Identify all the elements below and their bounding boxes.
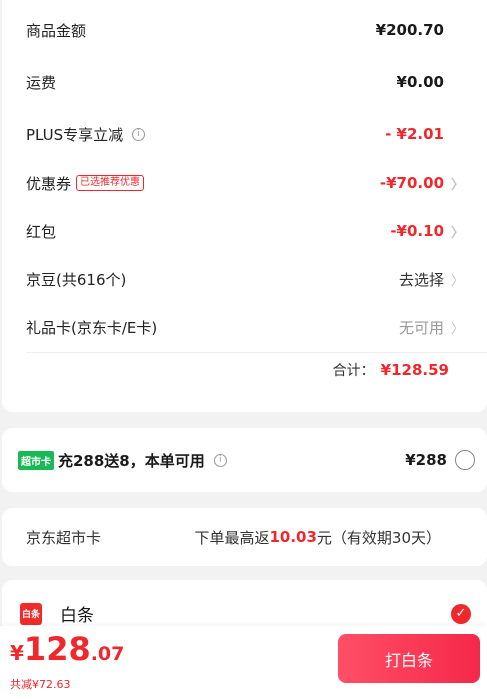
chevron-right-icon: 〉 — [451, 321, 465, 337]
supermarket-card-badge: 超市卡 — [18, 450, 54, 470]
coupon-value: -¥70.00 — [379, 174, 444, 192]
total-value: ¥128.59 — [380, 361, 449, 379]
row-goods-amount: 商品金额 ¥200.70 — [2, 10, 487, 50]
info-icon[interactable]: i — [213, 453, 227, 467]
order-summary-card: 商品金额 ¥200.70 运费 ¥0.00 PLUS专享立减 i - ¥2.01… — [2, 0, 487, 412]
offer-text: 充288送8，本单可用 — [58, 451, 205, 470]
supermarket-card-offer[interactable]: 超市卡 充288送8，本单可用 i ¥288 — [2, 428, 487, 492]
baitiao-icon: 白条 — [20, 602, 42, 625]
cashback-suffix: 元（有效期30天） — [316, 528, 441, 547]
shipping-value: ¥0.00 — [396, 73, 444, 91]
plus-discount-label: PLUS专享立减 — [26, 125, 124, 144]
row-gift-card[interactable]: 礼品卡(京东卡/E卡) 无可用 〉 — [2, 307, 487, 347]
pay-amount-decimal: .07 — [90, 643, 125, 665]
chevron-right-icon: 〉 — [451, 273, 465, 289]
row-plus-discount: PLUS专享立减 i - ¥2.01 — [2, 114, 487, 154]
info-icon[interactable]: i — [132, 127, 146, 141]
pay-amount-integer: 128 — [23, 630, 91, 668]
baitiao-label: 白条 — [60, 606, 94, 626]
red-packet-value: -¥0.10 — [390, 222, 444, 240]
row-red-packet[interactable]: 红包 -¥0.10 〉 — [2, 211, 487, 251]
cashback-amount: 10.03 — [269, 528, 317, 546]
jd-card-label: 京东超市卡 — [26, 528, 102, 547]
row-shipping: 运费 ¥0.00 — [2, 62, 487, 102]
jd-beans-label: 京豆(共616个) — [26, 270, 127, 289]
jd-beans-value: 去选择 — [398, 270, 444, 289]
pay-with-baitiao-button[interactable]: 打白条 — [338, 634, 480, 683]
red-packet-label: 红包 — [26, 222, 57, 241]
row-jd-beans[interactable]: 京豆(共616个) 去选择 〉 — [2, 259, 487, 299]
checkout-bar: ¥ 128 .07 共减¥72.63 打白条 — [0, 626, 487, 699]
divider — [26, 352, 487, 353]
goods-amount-value: ¥200.70 — [375, 21, 444, 39]
currency-symbol: ¥ — [10, 641, 24, 665]
total-label: 合计： — [332, 363, 375, 379]
plus-discount-value: - ¥2.01 — [385, 125, 444, 143]
baitiao-option[interactable]: 白条 白条 ✓ — [20, 601, 471, 626]
shipping-label: 运费 — [26, 73, 57, 92]
coupon-label: 优惠券 — [26, 174, 72, 193]
total-saved: 共减¥72.63 — [10, 678, 71, 691]
gift-card-label: 礼品卡(京东卡/E卡) — [26, 318, 158, 337]
jd-supermarket-card-row: 京东超市卡 下单最高返 10.03 元（有效期30天） — [2, 508, 487, 566]
offer-price: ¥288 — [405, 451, 447, 469]
gift-card-value: 无可用 — [398, 318, 444, 337]
cashback-description: 下单最高返 10.03 元（有效期30天） — [194, 527, 441, 548]
pay-amount: ¥ 128 .07 — [10, 630, 124, 668]
recommended-tag: 已选推荐优惠 — [76, 175, 145, 191]
goods-amount-label: 商品金额 — [26, 21, 87, 40]
total: 合计： ¥128.59 — [333, 360, 449, 380]
chevron-right-icon: 〉 — [451, 177, 465, 193]
row-coupon[interactable]: 优惠券 已选推荐优惠 -¥70.00 〉 — [2, 163, 487, 203]
chevron-right-icon: 〉 — [451, 225, 465, 241]
offer-radio-button[interactable] — [455, 450, 475, 470]
cashback-prefix: 下单最高返 — [194, 528, 270, 547]
check-icon[interactable]: ✓ — [451, 603, 471, 624]
